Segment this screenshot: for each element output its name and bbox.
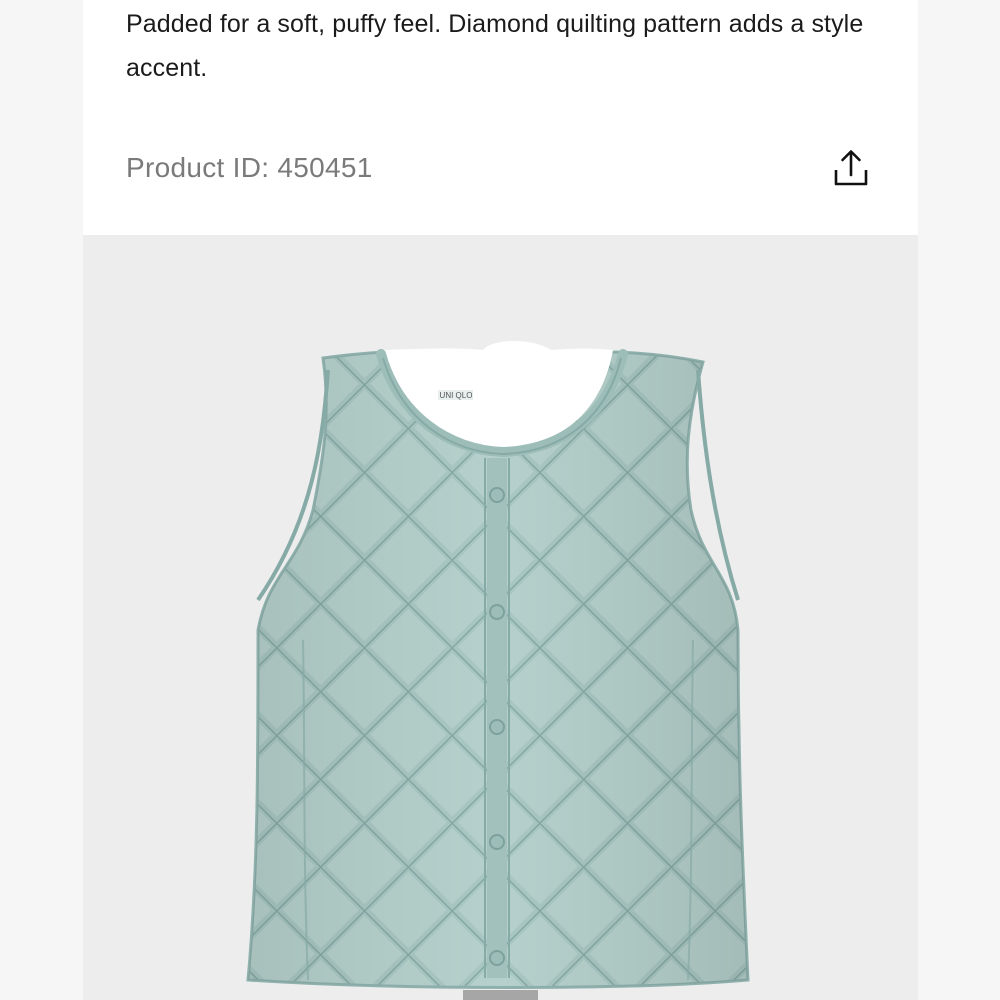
product-id-row: Product ID: 450451 bbox=[126, 146, 868, 190]
brand-label: UNI QLO bbox=[440, 391, 473, 400]
product-description: Padded for a soft, puffy feel. Diamond q… bbox=[126, 10, 864, 82]
carousel-indicator[interactable] bbox=[463, 990, 538, 1000]
share-upload-icon bbox=[834, 150, 868, 186]
product-detail-screen: Padded for a soft, puffy feel. Diamond q… bbox=[83, 0, 918, 1000]
share-button[interactable] bbox=[831, 146, 871, 190]
product-id: Product ID: 450451 bbox=[126, 152, 373, 183]
page: Padded for a soft, puffy feel. Diamond q… bbox=[0, 0, 1000, 1000]
product-image-carousel[interactable]: UNI QLO bbox=[83, 235, 918, 1000]
product-image: UNI QLO bbox=[246, 341, 750, 989]
